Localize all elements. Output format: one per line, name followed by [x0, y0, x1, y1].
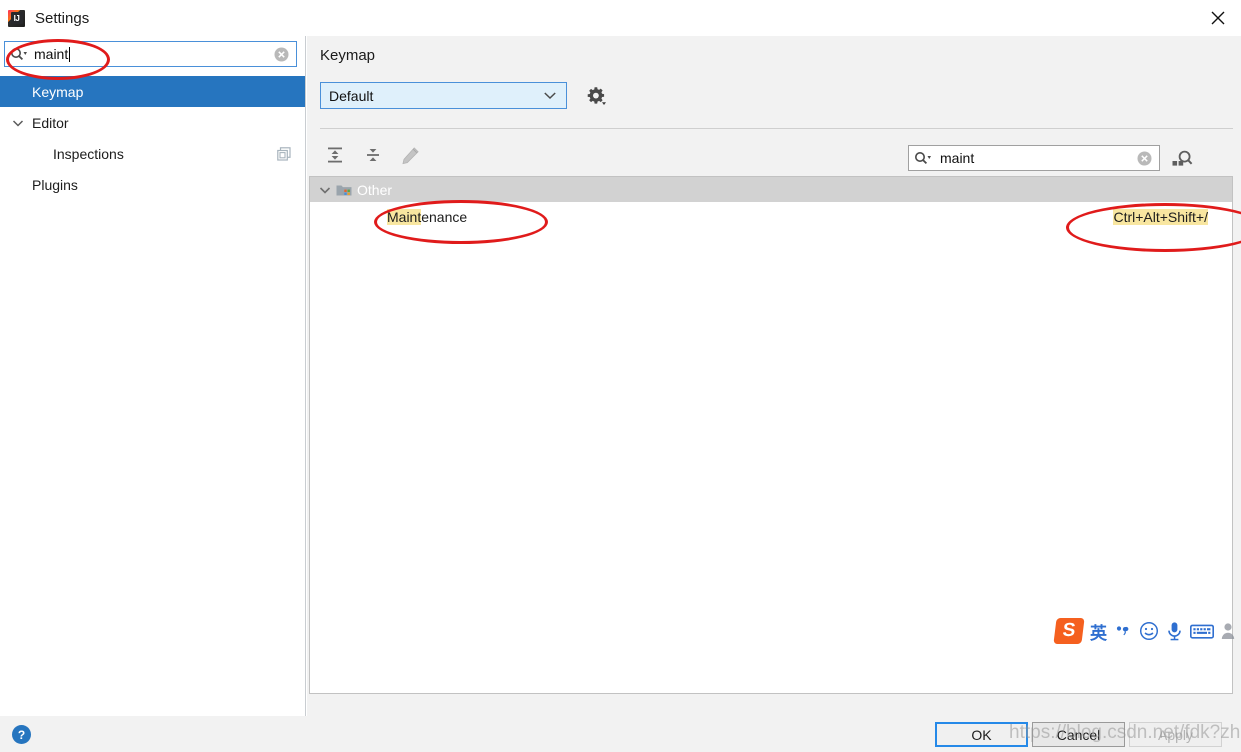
close-icon[interactable]	[1195, 0, 1241, 36]
apply-button: Apply	[1129, 722, 1222, 747]
sidebar-item-keymap[interactable]: Keymap	[0, 76, 305, 107]
keymap-panel: Keymap Default maint Other Maintenance C…	[307, 36, 1241, 716]
tree-group-label: Other	[357, 181, 393, 198]
chevron-down-icon[interactable]	[12, 107, 26, 138]
tree-group-row[interactable]: Other	[310, 177, 1232, 202]
action-name: Maintenance	[387, 209, 468, 225]
sidebar-item-label: Keymap	[32, 83, 84, 100]
ime-user-icon[interactable]	[1221, 622, 1235, 640]
action-shortcut: Ctrl+Alt+Shift+/	[1113, 209, 1208, 225]
chevron-down-icon[interactable]	[314, 186, 336, 194]
collapse-all-icon[interactable]	[358, 140, 388, 170]
keymap-toolbar	[320, 140, 425, 170]
ime-emoji-icon[interactable]	[1139, 621, 1159, 641]
search-input-value: maint	[34, 46, 71, 62]
sogou-ime-toolbar[interactable]: S 英	[1053, 615, 1235, 647]
clear-icon[interactable]	[1137, 151, 1152, 166]
cancel-button[interactable]: Cancel	[1032, 722, 1125, 747]
gear-dropdown-icon[interactable]	[584, 84, 608, 108]
ime-punctuation-icon[interactable]	[1114, 622, 1132, 640]
copy-icon[interactable]	[277, 138, 291, 169]
chevron-down-icon[interactable]	[543, 91, 557, 100]
dialog-button-bar: ? OK Cancel Apply	[0, 716, 1241, 752]
sidebar-item-plugins[interactable]: Plugins	[0, 169, 305, 200]
table-row[interactable]: Maintenance Ctrl+Alt+Shift+/	[310, 202, 1232, 232]
clear-icon[interactable]	[274, 47, 289, 62]
page-title: Keymap	[320, 47, 376, 64]
sidebar-item-label: Editor	[32, 114, 69, 131]
keymap-select[interactable]: Default	[320, 82, 567, 109]
ime-keyboard-icon[interactable]	[1190, 623, 1214, 640]
find-by-shortcut-icon[interactable]	[1169, 146, 1195, 172]
expand-all-icon[interactable]	[320, 140, 350, 170]
settings-category-list: Keymap Editor Inspections Plugins	[0, 76, 305, 200]
sogou-logo-icon[interactable]: S	[1053, 618, 1085, 644]
ime-voice-icon[interactable]	[1166, 621, 1183, 641]
keymap-select-value: Default	[329, 87, 374, 104]
sidebar-item-editor[interactable]: Editor	[0, 107, 305, 138]
edit-shortcut-icon	[395, 140, 425, 170]
intellij-idea-icon: IJ	[8, 9, 25, 27]
settings-sidebar: maint Keymap Editor Inspections Plugins	[0, 36, 306, 716]
sidebar-item-label: Plugins	[32, 176, 78, 193]
sidebar-item-inspections[interactable]: Inspections	[0, 138, 305, 169]
settings-dialog: IJ Settings maint Keymap Editor Inspecti…	[0, 0, 1241, 752]
window-title: Settings	[35, 9, 90, 27]
find-actions-value: maint	[940, 150, 975, 166]
ime-language-icon[interactable]: 英	[1090, 619, 1107, 644]
search-input[interactable]: maint	[4, 41, 297, 67]
divider	[320, 128, 1233, 129]
help-icon[interactable]: ?	[12, 725, 31, 744]
ok-button[interactable]: OK	[935, 722, 1028, 747]
folder-icon	[336, 183, 352, 197]
search-icon	[10, 47, 28, 61]
sidebar-item-label: Inspections	[53, 145, 124, 162]
title-bar: IJ Settings	[0, 0, 1241, 36]
find-actions-input[interactable]: maint	[908, 145, 1160, 171]
search-icon	[914, 151, 932, 165]
